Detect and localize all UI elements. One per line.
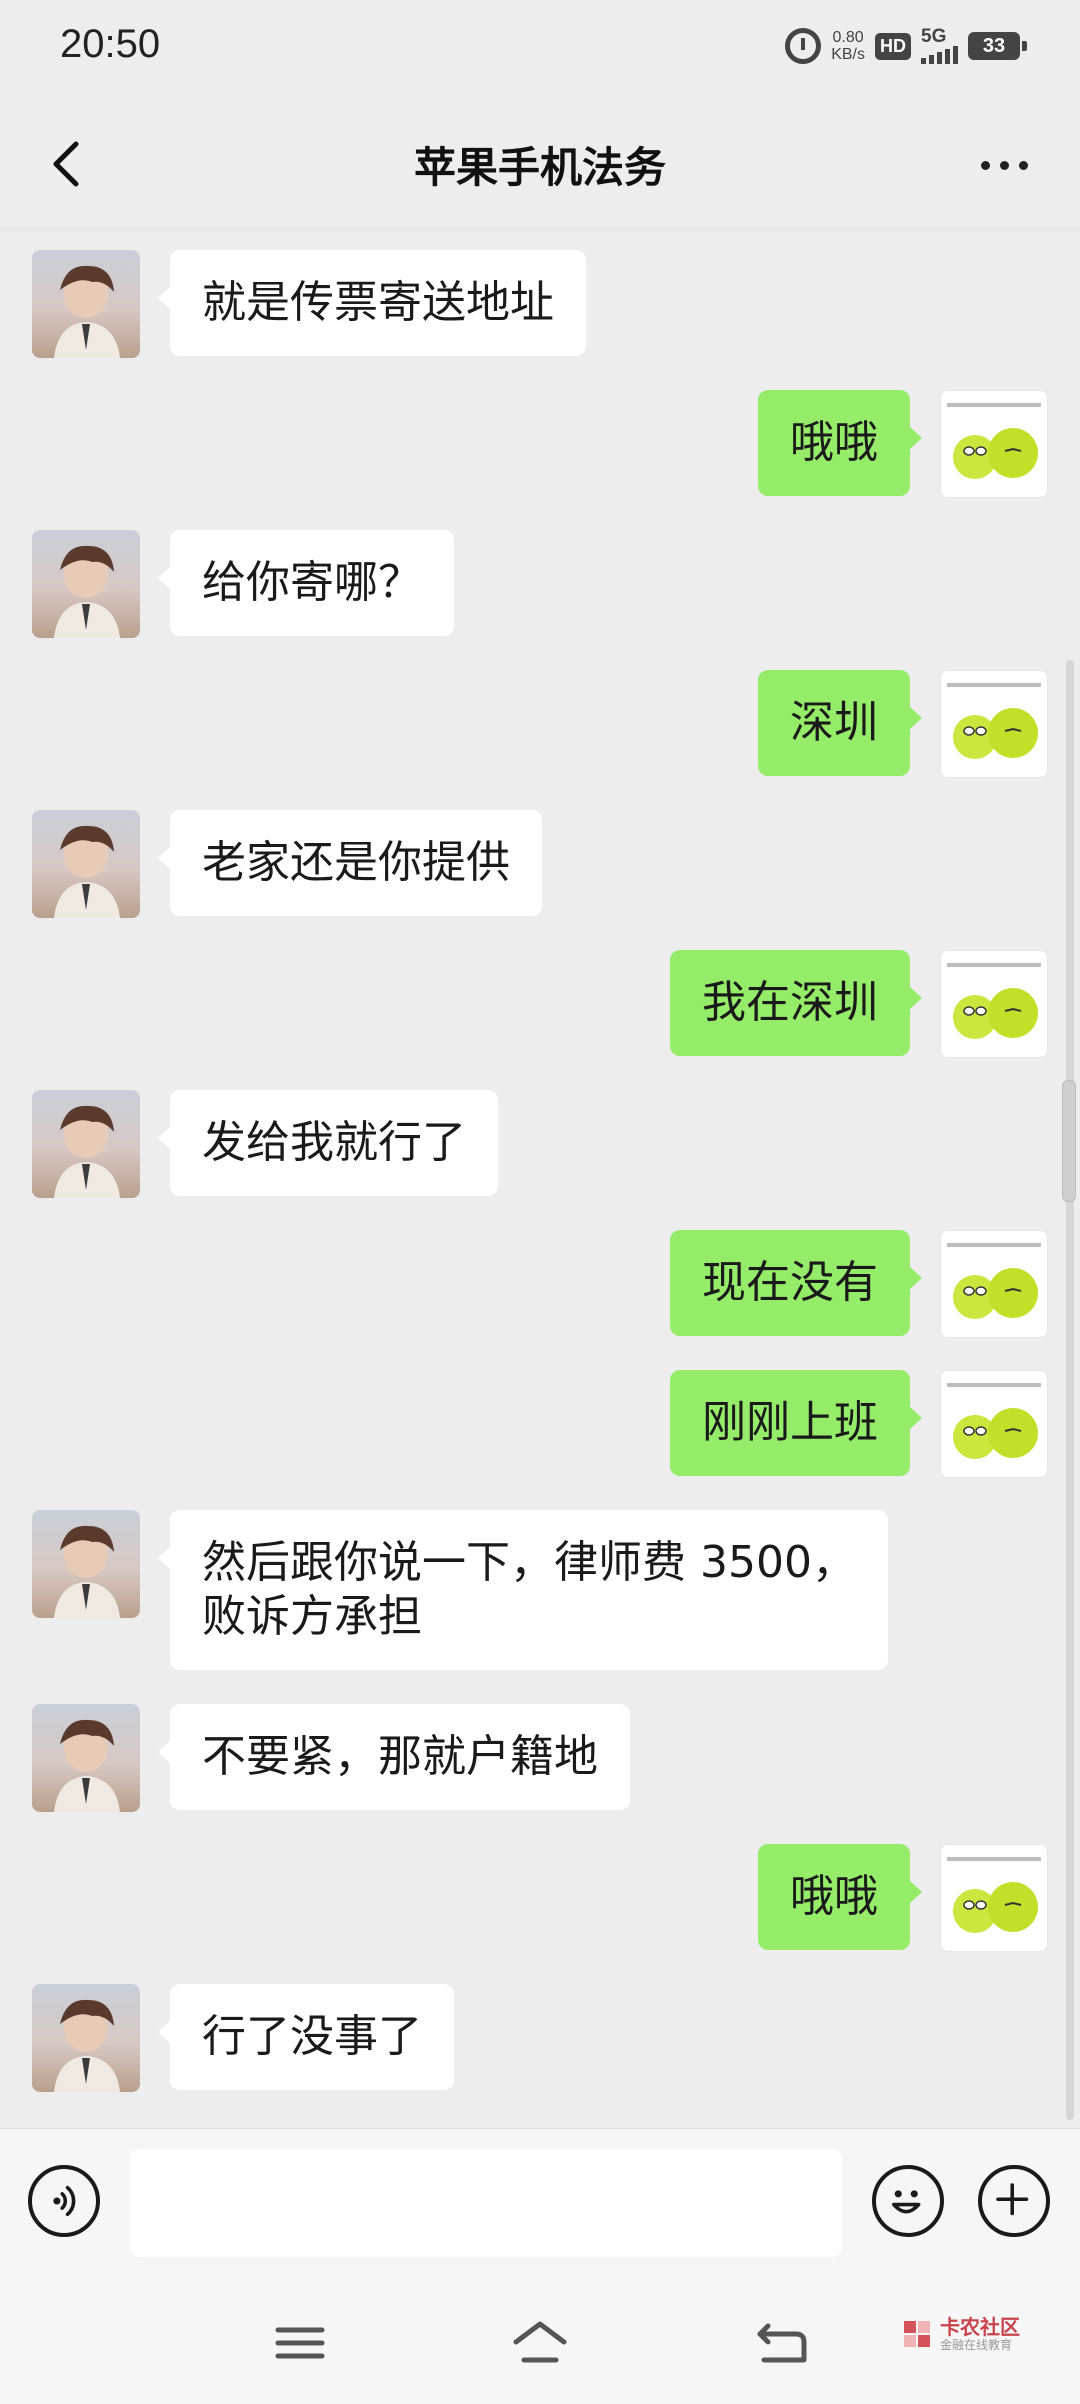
contact-avatar[interactable] — [32, 250, 140, 358]
message-bubble[interactable]: 刚刚上班 — [670, 1370, 922, 1476]
watermark-logo-icon — [904, 2321, 930, 2347]
contact-avatar[interactable] — [32, 1090, 140, 1198]
watermark-subtitle: 金融在线教育 — [940, 2338, 1013, 2352]
status-icons: 0.80 KB/s HD 5G 33 — [785, 26, 1027, 64]
message-bubble[interactable]: 不要紧，那就户籍地 — [158, 1704, 630, 1810]
chat-title: 苹果手机法务 — [413, 143, 666, 192]
back-nav-icon[interactable] — [752, 2318, 812, 2368]
message-bubble[interactable]: 发给我就行了 — [158, 1090, 498, 1196]
message-bubble[interactable]: 给你寄哪？ — [158, 530, 454, 636]
my-avatar[interactable] — [940, 1370, 1048, 1478]
emoji-icon[interactable] — [872, 2165, 944, 2237]
signal-icon: 5G — [921, 26, 958, 64]
more-icon[interactable] — [964, 140, 1044, 190]
network-type: 5G — [921, 26, 947, 47]
contact-avatar[interactable] — [32, 1984, 140, 2092]
menu-icon[interactable] — [270, 2318, 330, 2368]
message-bubble[interactable]: 我在深圳 — [670, 950, 922, 1056]
message-bubble[interactable]: 然后跟你说一下，律师费 3500， 败诉方承担 — [158, 1510, 888, 1670]
signal-bars-icon — [921, 46, 958, 64]
network-speed-value: 0.80 — [832, 29, 864, 46]
my-avatar[interactable] — [940, 1844, 1048, 1952]
voice-icon[interactable] — [28, 2165, 100, 2237]
system-nav-bar: 卡农社区 金融在线教育 — [0, 2278, 1080, 2404]
chat-header: 苹果手机法务 — [0, 100, 1080, 229]
message-bubble[interactable]: 就是传票寄送地址 — [158, 250, 586, 356]
contact-avatar[interactable] — [32, 810, 140, 918]
my-avatar[interactable] — [940, 950, 1048, 1058]
status-time: 20:50 — [60, 22, 161, 66]
my-avatar[interactable] — [940, 670, 1048, 778]
network-speed-unit: KB/s — [831, 46, 865, 63]
status-bar: 20:50 0.80 KB/s HD 5G 33 — [0, 0, 1080, 100]
input-bar — [0, 2128, 1080, 2279]
message-bubble[interactable]: 老家还是你提供 — [158, 810, 542, 916]
message-bubble[interactable]: 现在没有 — [670, 1230, 922, 1336]
message-list[interactable]: 就是传票寄送地址 哦哦 给你寄哪？ 深圳 老家还是你提供 我在深圳 发给我就行了 现在没有 刚刚… — [0, 228, 1080, 2128]
message-bubble[interactable]: 哦哦 — [758, 390, 922, 496]
plus-icon[interactable] — [978, 2165, 1050, 2237]
contact-avatar[interactable] — [32, 1704, 140, 1812]
hd-badge: HD — [875, 32, 911, 60]
battery-icon: 33 — [968, 32, 1027, 60]
watermark-title: 卡农社区 — [940, 2315, 1020, 2339]
my-avatar[interactable] — [940, 390, 1048, 498]
message-bubble[interactable]: 深圳 — [758, 670, 922, 776]
contact-avatar[interactable] — [32, 1510, 140, 1618]
scrollbar-track[interactable] — [1066, 660, 1074, 2120]
home-icon[interactable] — [510, 2318, 570, 2368]
message-bubble[interactable]: 行了没事了 — [158, 1984, 454, 2090]
scrollbar-thumb[interactable] — [1062, 1080, 1076, 1202]
message-input[interactable] — [130, 2149, 842, 2257]
my-avatar[interactable] — [940, 1230, 1048, 1338]
network-speed: 0.80 KB/s — [831, 29, 865, 63]
alarm-icon — [785, 28, 822, 64]
message-bubble[interactable]: 哦哦 — [758, 1844, 922, 1950]
watermark: 卡农社区 金融在线教育 — [900, 2316, 1020, 2352]
contact-avatar[interactable] — [32, 530, 140, 638]
